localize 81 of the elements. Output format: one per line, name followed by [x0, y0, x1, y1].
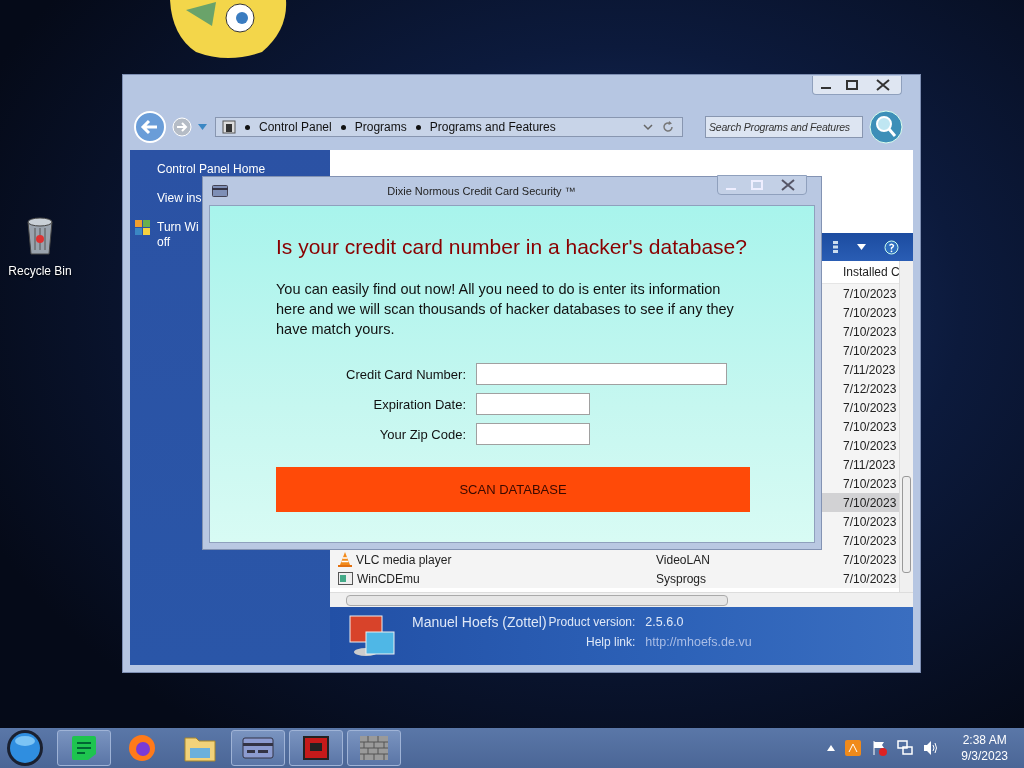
- credit-card-icon: [242, 737, 274, 759]
- app-tray-icon[interactable]: [845, 740, 862, 756]
- detail-value: 2.5.6.0: [645, 615, 685, 629]
- windows-features-icon: [135, 220, 151, 236]
- program-name: WinCDEmu: [357, 571, 420, 586]
- program-row[interactable]: VLC media player VideoLAN 7/10/2023: [330, 550, 899, 569]
- network-icon[interactable]: [897, 740, 914, 756]
- taskbar-app-button[interactable]: [289, 730, 343, 766]
- scan-database-button[interactable]: SCAN DATABASE: [276, 467, 750, 512]
- date-cell-text: 7/11/2023: [842, 457, 897, 472]
- sidebar-link[interactable]: View ins: [157, 191, 202, 206]
- date-cell-text: 7/10/2023: [842, 552, 898, 567]
- date-cell-text: 7/10/2023: [842, 324, 898, 339]
- date-cell-text: 7/10/2023: [842, 514, 898, 529]
- breadcrumb-link[interactable]: Control Panel: [259, 120, 332, 134]
- date-cell-text: 7/10/2023: [842, 571, 898, 586]
- field-label: Expiration Date:: [372, 396, 466, 412]
- dialog-message: You can easily find out now! All you need to do is enter its information here and we will scan thousands of hacker databases to see if any they have match yours.: [276, 280, 735, 339]
- clock-time[interactable]: 2:38 AM: [962, 732, 1007, 748]
- field-label: Your Zip Code:: [378, 426, 466, 442]
- control-panel-icon: [222, 120, 236, 134]
- window-icon: [338, 572, 353, 585]
- taskbar-app-button[interactable]: [231, 730, 285, 766]
- publisher-cell: VideoLAN: [656, 552, 710, 567]
- detail-label: Help link:: [584, 635, 636, 649]
- column-header[interactable]: Installed C: [838, 265, 899, 279]
- search-icon[interactable]: [869, 110, 903, 144]
- firefox-icon: [127, 733, 157, 763]
- date-cell-text: 7/10/2023: [842, 400, 898, 415]
- date-cell-text: 7/10/2023: [842, 438, 898, 453]
- dialog-heading: Is your credit card number in a hacker's database?: [276, 235, 748, 259]
- program-name: VLC media player: [356, 552, 452, 567]
- date-cell-text: 7/10/2023: [842, 495, 898, 510]
- search-field[interactable]: Search Programs and Features: [705, 116, 863, 138]
- brick-wall-icon: [358, 734, 390, 762]
- refresh-icon[interactable]: [662, 121, 674, 133]
- date-cell-text: 7/12/2023: [842, 381, 898, 396]
- horizontal-scrollbar[interactable]: [330, 592, 913, 607]
- app-window-icon: [300, 735, 332, 761]
- date-cell-text: 7/10/2023: [842, 419, 898, 434]
- input-field[interactable]: [476, 363, 727, 385]
- publisher-cell: Sysprogs: [656, 571, 707, 586]
- flag-icon[interactable]: [871, 740, 888, 756]
- address-bar[interactable]: Control Panel Programs Programs and Features: [215, 117, 683, 137]
- folder-icon: [184, 734, 216, 762]
- breadcrumb-separator-icon: [340, 124, 346, 130]
- desktop-icon-label[interactable]: Recycle Bin: [8, 264, 72, 278]
- date-cell-text: 7/11/2023: [842, 362, 897, 377]
- breadcrumb-separator-icon: [245, 124, 250, 130]
- traffic-cone-icon: [338, 552, 352, 567]
- volume-icon[interactable]: [923, 740, 940, 756]
- program-row[interactable]: WinCDEmu Sysprogs 7/10/2023: [330, 569, 899, 588]
- date-cell-text: 7/10/2023: [842, 533, 898, 548]
- chevron-down-icon[interactable]: [643, 123, 653, 131]
- vertical-scrollbar[interactable]: [899, 261, 913, 592]
- start-button[interactable]: [6, 729, 44, 767]
- input-field[interactable]: [476, 423, 590, 445]
- publisher-name: Manuel Hoefs (Zottel): [412, 614, 547, 630]
- field-label: Credit Card Number:: [345, 366, 466, 382]
- credit-card-icon: [212, 185, 228, 197]
- breadcrumb-link[interactable]: Programs and Features: [429, 120, 556, 134]
- dialog-title: Dixie Normous Credit Card Security ™: [386, 185, 577, 197]
- date-cell-text: 7/10/2023: [842, 286, 898, 301]
- help-icon[interactable]: [884, 239, 899, 255]
- clock-date[interactable]: 9/3/2023: [961, 748, 1008, 764]
- date-cell-text: 7/10/2023: [842, 305, 898, 320]
- recycle-bin-icon[interactable]: [25, 216, 55, 256]
- breadcrumb-link[interactable]: Programs: [354, 120, 407, 134]
- show-hidden-icons-icon[interactable]: [827, 745, 836, 751]
- date-cell-text: 7/10/2023: [842, 476, 898, 491]
- input-field[interactable]: [476, 393, 590, 415]
- breadcrumb-separator-icon: [415, 124, 421, 130]
- detail-label: Product version:: [548, 615, 636, 629]
- date-cell-text: 7/10/2023: [842, 343, 898, 358]
- view-options-icon[interactable]: [833, 241, 839, 253]
- sidebar-link[interactable]: Control Panel Home: [157, 162, 266, 177]
- notes-app-icon: [70, 734, 98, 762]
- back-icon[interactable]: [134, 111, 166, 143]
- taskbar-app-button[interactable]: [57, 730, 111, 766]
- sidebar-link[interactable]: Turn Wi off: [157, 220, 199, 250]
- dropdown-icon[interactable]: [857, 244, 866, 250]
